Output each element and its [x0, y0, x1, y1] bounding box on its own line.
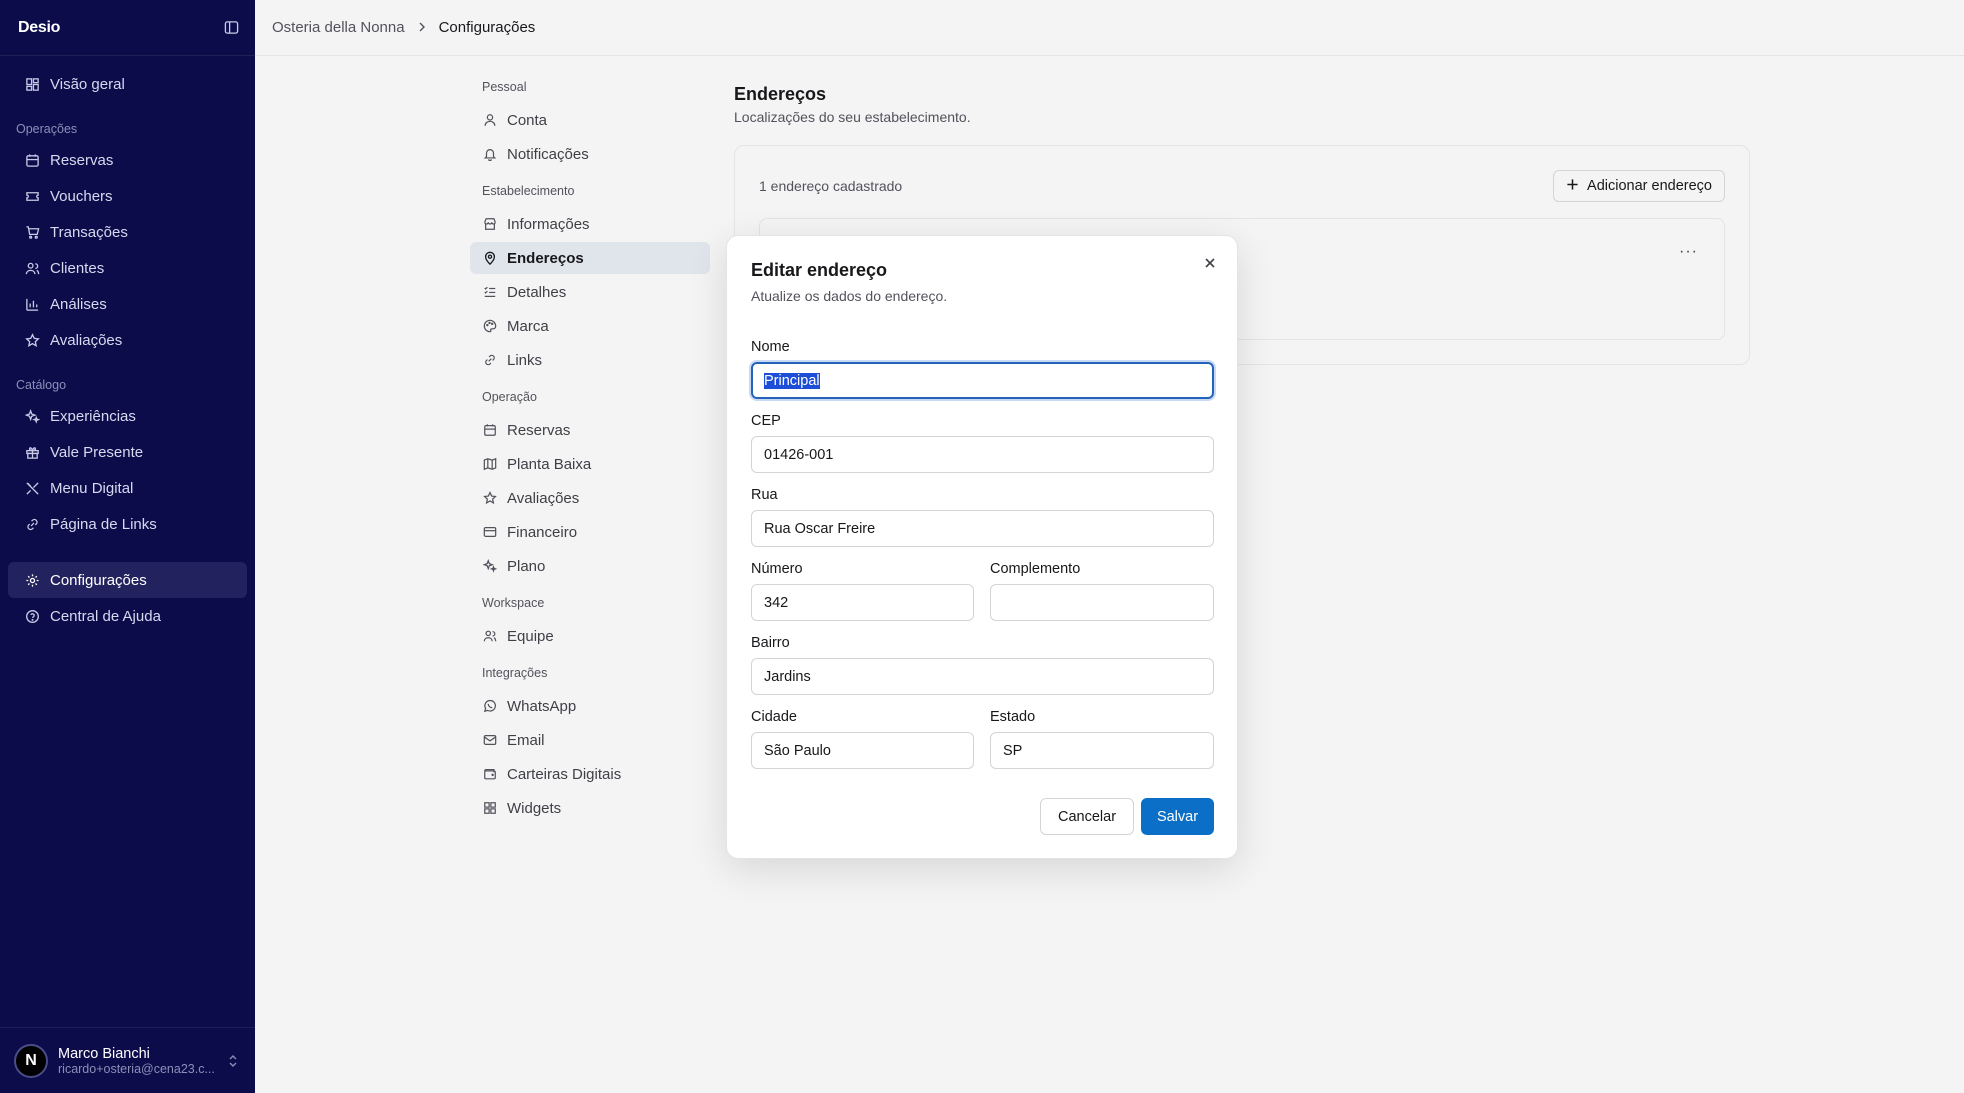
estado-label: Estado: [990, 709, 1036, 725]
nome-label: Nome: [751, 339, 790, 355]
save-button[interactable]: Salvar: [1141, 798, 1214, 835]
estado-input[interactable]: [990, 732, 1214, 769]
dialog-title: Editar endereço: [751, 260, 888, 280]
numero-field-group: Número: [751, 561, 974, 621]
cidade-label: Cidade: [751, 709, 797, 725]
rua-input[interactable]: [751, 510, 1214, 547]
bairro-label: Bairro: [751, 635, 790, 651]
nome-input[interactable]: Principal: [751, 362, 1214, 399]
numero-input[interactable]: [751, 584, 974, 621]
edit-address-dialog: Editar endereço Atualize os dados do end…: [726, 235, 1238, 859]
cidade-field-group: Cidade: [751, 709, 974, 769]
dialog-subtitle: Atualize os dados do endereço.: [751, 288, 948, 304]
estado-field-group: Estado: [990, 709, 1214, 769]
complemento-label: Complemento: [990, 561, 1081, 577]
nome-value-selected: Principal: [764, 372, 820, 389]
close-icon[interactable]: [1201, 254, 1219, 272]
bairro-field-group: Bairro: [751, 635, 1214, 695]
nome-field-group: Nome Principal: [751, 339, 1214, 399]
cep-field-group: CEP: [751, 413, 1214, 473]
numero-label: Número: [751, 561, 803, 577]
complemento-field-group: Complemento: [990, 561, 1214, 621]
rua-field-group: Rua: [751, 487, 1214, 547]
cep-label: CEP: [751, 413, 781, 429]
rua-label: Rua: [751, 487, 778, 503]
cep-input[interactable]: [751, 436, 1214, 473]
cancel-button[interactable]: Cancelar: [1040, 798, 1135, 835]
cidade-input[interactable]: [751, 732, 974, 769]
bairro-input[interactable]: [751, 658, 1214, 695]
complemento-input[interactable]: [990, 584, 1214, 621]
